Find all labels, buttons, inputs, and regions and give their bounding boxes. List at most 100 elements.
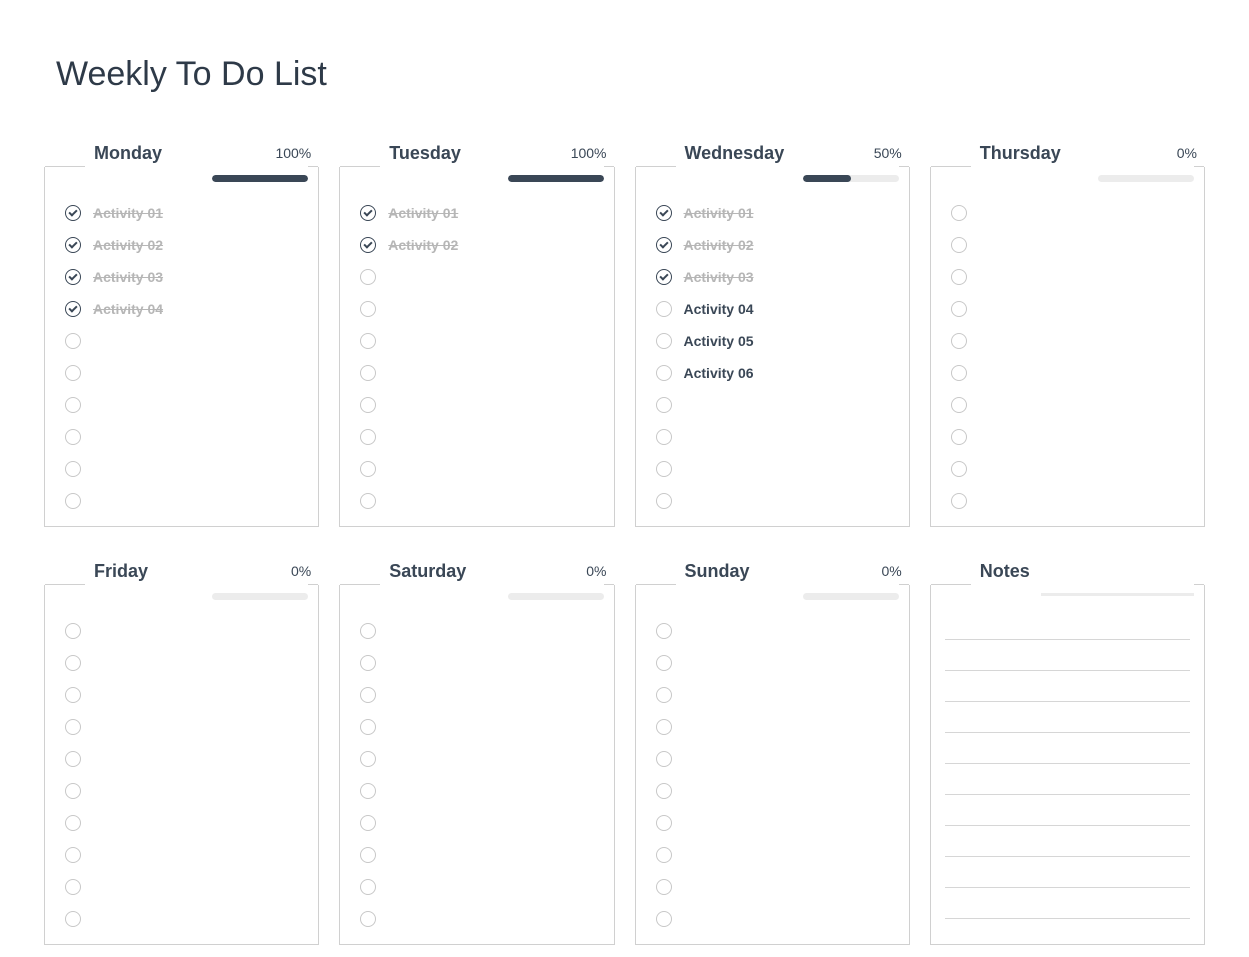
task-checkbox[interactable]	[360, 365, 376, 381]
note-line[interactable]	[945, 795, 1190, 826]
task-label[interactable]: Activity 02	[93, 237, 163, 253]
task-checkbox[interactable]	[360, 461, 376, 477]
task-label[interactable]: Activity 03	[684, 269, 754, 285]
task-checkbox[interactable]	[65, 333, 81, 349]
progress-fill	[508, 175, 604, 182]
task-checkbox[interactable]	[65, 493, 81, 509]
task-checkbox[interactable]	[360, 815, 376, 831]
task-checkbox[interactable]	[360, 397, 376, 413]
task-label[interactable]: Activity 01	[684, 205, 754, 221]
task-checkbox[interactable]	[656, 783, 672, 799]
task-checkbox[interactable]	[65, 365, 81, 381]
task-checkbox[interactable]	[951, 301, 967, 317]
task-checkbox[interactable]	[65, 623, 81, 639]
task-checkbox[interactable]	[360, 333, 376, 349]
task-checkbox[interactable]	[360, 237, 376, 253]
task-checkbox[interactable]	[656, 911, 672, 927]
task-checkbox[interactable]	[656, 269, 672, 285]
task-label[interactable]: Activity 01	[93, 205, 163, 221]
task-checkbox[interactable]	[656, 397, 672, 413]
note-line[interactable]	[945, 702, 1190, 733]
task-checkbox[interactable]	[65, 687, 81, 703]
task-checkbox[interactable]	[360, 623, 376, 639]
task-checkbox[interactable]	[656, 751, 672, 767]
task-row	[951, 197, 1190, 229]
task-checkbox[interactable]	[951, 461, 967, 477]
task-checkbox[interactable]	[951, 269, 967, 285]
notes-body[interactable]	[930, 585, 1205, 945]
task-checkbox[interactable]	[65, 269, 81, 285]
task-checkbox[interactable]	[656, 333, 672, 349]
task-checkbox[interactable]	[951, 205, 967, 221]
task-row: Activity 01	[65, 197, 304, 229]
task-checkbox[interactable]	[360, 911, 376, 927]
task-checkbox[interactable]	[360, 429, 376, 445]
note-line[interactable]	[945, 609, 1190, 640]
note-line[interactable]	[945, 733, 1190, 764]
task-checkbox[interactable]	[360, 269, 376, 285]
task-checkbox[interactable]	[360, 687, 376, 703]
note-line[interactable]	[945, 671, 1190, 702]
day-card-wednesday: Wednesday50%Activity 01Activity 02Activi…	[635, 139, 910, 527]
task-checkbox[interactable]	[65, 205, 81, 221]
task-checkbox[interactable]	[360, 301, 376, 317]
task-checkbox[interactable]	[360, 751, 376, 767]
task-checkbox[interactable]	[656, 205, 672, 221]
task-label[interactable]: Activity 05	[684, 333, 754, 349]
note-line[interactable]	[945, 826, 1190, 857]
task-row	[65, 453, 304, 485]
task-checkbox[interactable]	[951, 237, 967, 253]
task-checkbox[interactable]	[65, 461, 81, 477]
task-checkbox[interactable]	[65, 911, 81, 927]
task-label[interactable]: Activity 06	[684, 365, 754, 381]
progress-bar	[803, 593, 899, 600]
task-checkbox[interactable]	[360, 847, 376, 863]
task-checkbox[interactable]	[656, 655, 672, 671]
note-line[interactable]	[945, 640, 1190, 671]
task-checkbox[interactable]	[656, 623, 672, 639]
task-checkbox[interactable]	[656, 237, 672, 253]
task-checkbox[interactable]	[656, 687, 672, 703]
task-checkbox[interactable]	[656, 429, 672, 445]
task-checkbox[interactable]	[65, 751, 81, 767]
task-checkbox[interactable]	[656, 493, 672, 509]
note-line[interactable]	[945, 888, 1190, 919]
task-checkbox[interactable]	[656, 365, 672, 381]
task-checkbox[interactable]	[360, 719, 376, 735]
task-checkbox[interactable]	[65, 397, 81, 413]
task-checkbox[interactable]	[65, 719, 81, 735]
task-checkbox[interactable]	[951, 365, 967, 381]
notes-card: Notes	[930, 557, 1205, 945]
task-label[interactable]: Activity 03	[93, 269, 163, 285]
note-line[interactable]	[945, 764, 1190, 795]
task-checkbox[interactable]	[656, 847, 672, 863]
task-label[interactable]: Activity 01	[388, 205, 458, 221]
task-checkbox[interactable]	[360, 493, 376, 509]
task-checkbox[interactable]	[65, 783, 81, 799]
task-checkbox[interactable]	[65, 429, 81, 445]
task-checkbox[interactable]	[65, 847, 81, 863]
task-checkbox[interactable]	[951, 493, 967, 509]
task-checkbox[interactable]	[65, 815, 81, 831]
task-checkbox[interactable]	[951, 429, 967, 445]
task-label[interactable]: Activity 04	[684, 301, 754, 317]
task-checkbox[interactable]	[656, 815, 672, 831]
task-checkbox[interactable]	[360, 783, 376, 799]
task-checkbox[interactable]	[656, 461, 672, 477]
task-checkbox[interactable]	[360, 655, 376, 671]
task-checkbox[interactable]	[656, 879, 672, 895]
task-checkbox[interactable]	[360, 205, 376, 221]
task-checkbox[interactable]	[65, 655, 81, 671]
note-line[interactable]	[945, 857, 1190, 888]
task-checkbox[interactable]	[951, 397, 967, 413]
task-checkbox[interactable]	[360, 879, 376, 895]
task-checkbox[interactable]	[951, 333, 967, 349]
task-label[interactable]: Activity 02	[388, 237, 458, 253]
task-checkbox[interactable]	[65, 301, 81, 317]
task-checkbox[interactable]	[656, 719, 672, 735]
task-checkbox[interactable]	[65, 237, 81, 253]
task-checkbox[interactable]	[65, 879, 81, 895]
task-checkbox[interactable]	[656, 301, 672, 317]
task-label[interactable]: Activity 04	[93, 301, 163, 317]
task-label[interactable]: Activity 02	[684, 237, 754, 253]
